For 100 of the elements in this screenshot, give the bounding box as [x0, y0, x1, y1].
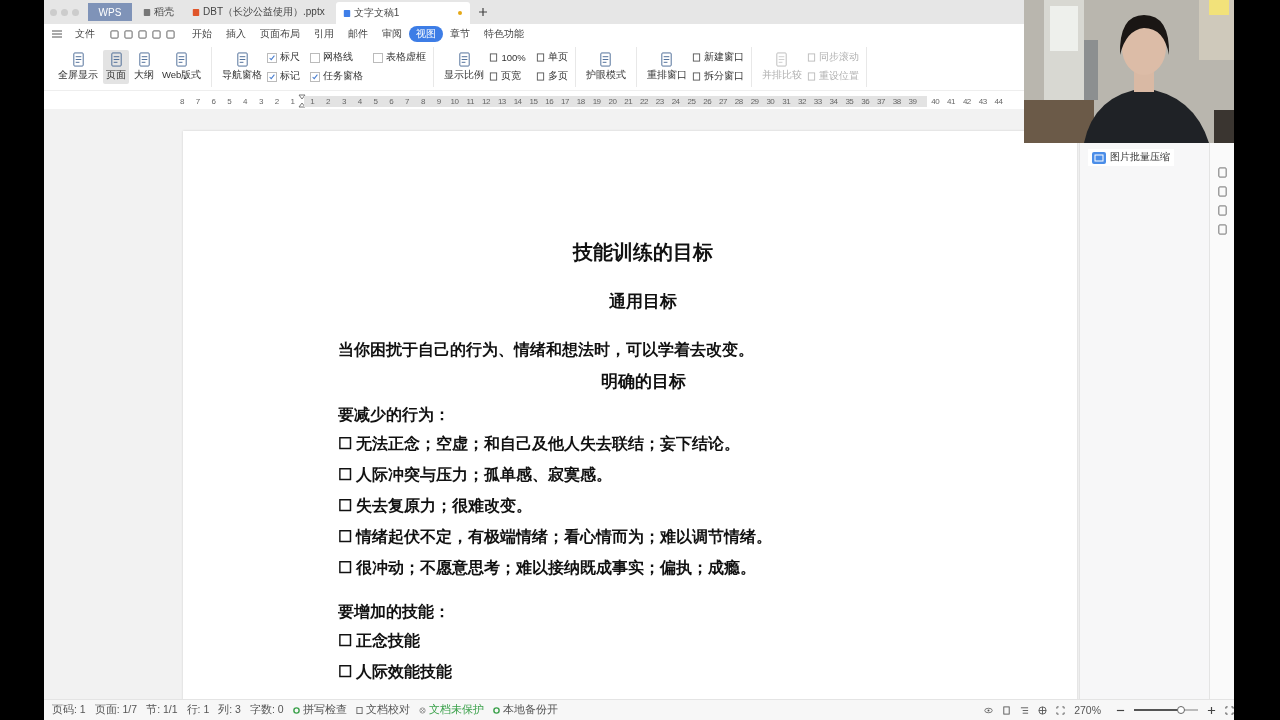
- indent-marker[interactable]: [298, 94, 307, 108]
- menu-tab[interactable]: 文件: [68, 26, 102, 42]
- menu-tab[interactable]: 特色功能: [477, 26, 531, 42]
- document-text: 要增加的技能：: [338, 602, 451, 622]
- ruler-number: 12: [481, 96, 491, 106]
- side-tool-icon[interactable]: [1216, 167, 1228, 178]
- ruler-number: 1: [309, 96, 316, 106]
- status-button[interactable]: 拼写检查: [292, 703, 347, 717]
- document-text: ☐ 情绪起伏不定，有极端情绪；看心情而为；难以调节情绪。: [338, 527, 774, 547]
- view-button[interactable]: 重排窗口: [643, 50, 690, 84]
- view-button[interactable]: 单页: [535, 48, 568, 67]
- zoom-value[interactable]: 270%: [1074, 704, 1101, 716]
- document-text: 要减少的行为：: [338, 405, 451, 425]
- document-text: ☐ 人际冲突与压力；孤单感、寂寞感。: [338, 465, 614, 485]
- document-text: ☐ 正念技能: [338, 631, 422, 651]
- ruler-number: 6: [210, 96, 217, 106]
- ruler-number: 14: [512, 96, 523, 106]
- checkmark-icon: [268, 53, 277, 62]
- ruler-number: 8: [178, 96, 185, 106]
- ruler-number: 9: [435, 96, 442, 106]
- document-text: 明确的目标: [599, 371, 687, 393]
- outline-view-icon[interactable]: [1020, 705, 1030, 715]
- menu-tab[interactable]: 页面布局: [253, 26, 307, 42]
- ruler-number: 28: [733, 96, 744, 106]
- menu-tab[interactable]: 视图: [409, 26, 443, 42]
- view-button[interactable]: 全屏显示: [55, 50, 101, 84]
- ruler-number: 4: [356, 96, 363, 106]
- document-tab[interactable]: DBT（长沙公益使用）.pptx: [185, 3, 332, 21]
- menu-tab[interactable]: 引用: [307, 26, 341, 42]
- option-checkbox[interactable]: 网格线: [310, 48, 364, 67]
- ruler-number: 1: [289, 96, 296, 106]
- status-text: 页码: 1: [52, 703, 86, 717]
- view-button[interactable]: 护眼模式: [582, 50, 629, 84]
- view-button[interactable]: 显示比例: [441, 50, 488, 84]
- eye-icon[interactable]: [984, 705, 994, 715]
- ruler-number: 24: [670, 96, 681, 106]
- page-icon: [598, 52, 614, 67]
- status-text: 页面: 1/7: [94, 703, 138, 717]
- status-circle-icon: [292, 706, 300, 714]
- view-button[interactable]: 大纲: [131, 50, 157, 84]
- ruler-number: 2: [325, 96, 332, 106]
- ruler-number: 25: [686, 96, 697, 106]
- option-checkbox[interactable]: 任务窗格: [310, 67, 364, 86]
- ruler-number: 34: [828, 96, 839, 106]
- ruler-number: 22: [639, 96, 649, 106]
- view-button[interactable]: 拆分窗口: [691, 67, 744, 86]
- view-button[interactable]: 多页: [535, 67, 568, 86]
- view-button[interactable]: 页面: [103, 50, 129, 84]
- page-view-icon[interactable]: [1002, 705, 1012, 715]
- view-button[interactable]: Web版式: [159, 50, 205, 84]
- menu-tab[interactable]: 章节: [443, 26, 477, 42]
- menu-tab[interactable]: 插入: [219, 26, 253, 42]
- ruler-number: 13: [496, 96, 507, 106]
- option-checkbox[interactable]: 标记: [267, 67, 301, 86]
- checkmark-icon: [311, 72, 320, 81]
- ruler-number: 23: [654, 96, 665, 106]
- status-button[interactable]: 本地备份开: [492, 703, 558, 717]
- ruler-number: 33: [812, 96, 823, 106]
- fit-page-icon[interactable]: [1056, 705, 1066, 715]
- panel-item[interactable]: 图片批量压缩: [1088, 149, 1175, 166]
- ruler-number: 8: [419, 96, 426, 106]
- view-button[interactable]: 新建窗口: [691, 48, 744, 67]
- menu-tab[interactable]: 邮件: [341, 26, 375, 42]
- page-icon: [456, 52, 472, 67]
- ruler-number: 30: [765, 96, 776, 106]
- view-button[interactable]: 页宽: [489, 67, 526, 86]
- document-text: ☐ 无法正念；空虚；和自己及他人失去联结；妄下结论。: [338, 434, 742, 454]
- presentation-icon: [192, 7, 200, 17]
- ruler-number: 10: [449, 96, 460, 106]
- menu-icon[interactable]: [52, 30, 62, 38]
- document-tab[interactable]: 稻壳: [136, 3, 181, 21]
- status-text: 行: 1: [186, 703, 210, 717]
- menu-tab[interactable]: 开始: [185, 26, 219, 42]
- page-icon: [174, 52, 190, 67]
- ruler-number: 29: [749, 96, 760, 106]
- ruler-number: 42: [961, 96, 972, 106]
- menu-tab[interactable]: 审阅: [375, 26, 409, 42]
- view-button[interactable]: 导航窗格: [219, 50, 266, 84]
- side-tool-icon[interactable]: [1216, 224, 1228, 235]
- ruler-number: 7: [194, 96, 201, 106]
- ruler-number: 17: [560, 96, 570, 106]
- ruler-number: 37: [876, 96, 886, 106]
- document-text: 当你困扰于自己的行为、情绪和想法时，可以学着去改变。: [338, 340, 755, 360]
- fullscreen-icon[interactable]: [1225, 705, 1234, 715]
- zoom-in-icon[interactable]: [1207, 705, 1216, 715]
- option-checkbox[interactable]: 标尺: [267, 48, 301, 67]
- status-text: 节: 1/1: [146, 703, 178, 717]
- document-text: ☐ 很冲动；不愿意思考；难以接纳既成事实；偏执；成瘾。: [338, 558, 758, 578]
- ruler-number: 3: [340, 96, 347, 106]
- view-button[interactable]: 100%: [489, 48, 526, 67]
- option-checkbox[interactable]: 表格虚框: [373, 48, 427, 67]
- side-tool-icon[interactable]: [1216, 205, 1228, 216]
- cross-circle-icon: [418, 706, 426, 714]
- side-tool-icon[interactable]: [1216, 186, 1228, 197]
- ruler-number: 26: [702, 96, 713, 106]
- page-icon: [774, 52, 790, 67]
- status-button[interactable]: 文档校对: [355, 703, 410, 717]
- globe-icon[interactable]: [1038, 705, 1048, 715]
- document-text: 技能训练的目标: [571, 240, 714, 265]
- document-tab[interactable]: 文字文稿1: [335, 2, 470, 24]
